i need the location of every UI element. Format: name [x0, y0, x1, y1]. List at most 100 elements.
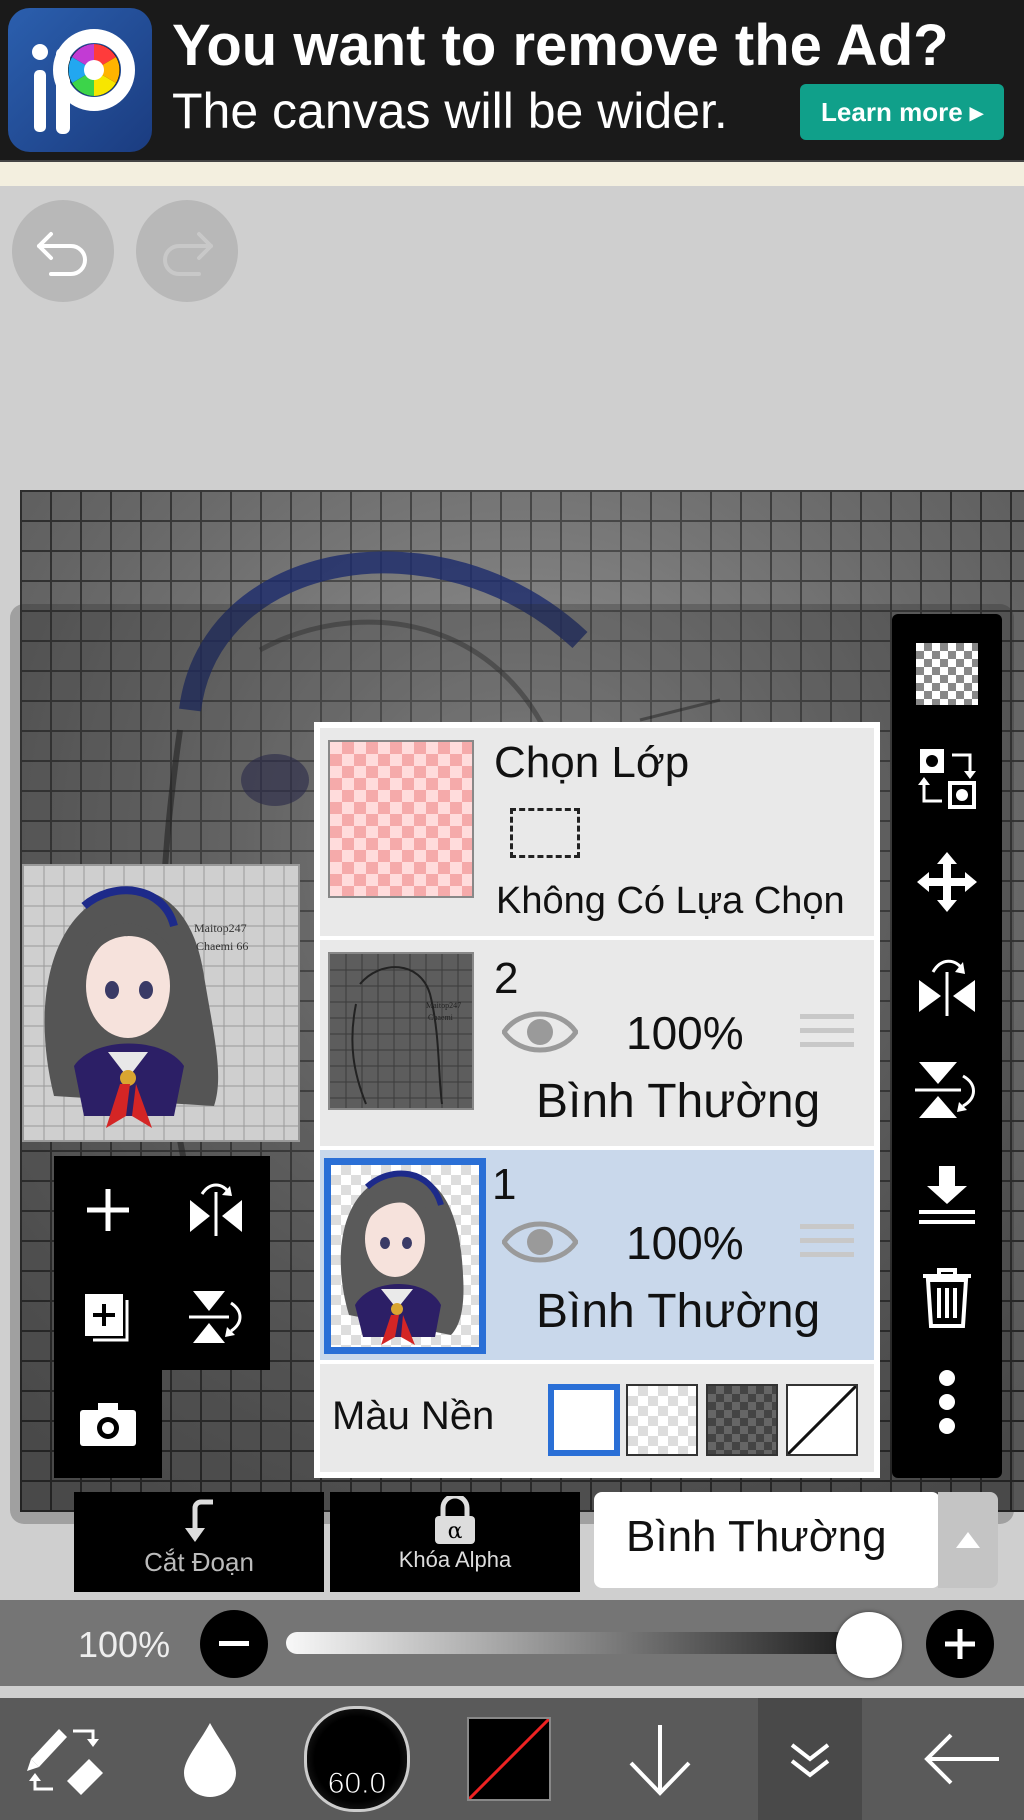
eye-icon	[500, 1011, 580, 1053]
visibility-toggle[interactable]	[500, 1216, 580, 1273]
blur-tool-button[interactable]	[160, 1698, 260, 1820]
ad-banner[interactable]: You want to remove the Ad? The canvas wi…	[0, 0, 1024, 160]
layer-name: 1	[492, 1160, 517, 1209]
opacity-increase-button[interactable]	[926, 1610, 994, 1678]
plus-icon	[945, 1629, 975, 1659]
plus-icon	[87, 1188, 129, 1231]
alpha-lock-button[interactable]: α Khóa Alpha	[330, 1492, 580, 1592]
transparent-layer-button[interactable]	[892, 622, 1002, 726]
layer-blend-mode: Bình Thường	[536, 1075, 821, 1128]
layer-name: 2	[494, 954, 519, 1003]
delete-layer-button[interactable]	[892, 1246, 1002, 1350]
opacity-label: 100%	[78, 1624, 171, 1665]
color-picker-button[interactable]	[464, 1698, 554, 1820]
lock-icon: α	[435, 1493, 475, 1544]
blend-mode-dropdown-button[interactable]	[938, 1492, 998, 1588]
layer-opacity: 100%	[626, 1007, 744, 1059]
selection-status: Không Có Lựa Chọn	[496, 880, 845, 922]
layer-tools-grid	[54, 1156, 270, 1370]
undo-icon	[37, 232, 87, 276]
layer-row-selected[interactable]: 1 100% Bình Thường	[320, 1150, 874, 1360]
duplicate-layer-button[interactable]	[54, 1263, 162, 1370]
triangle-up-icon	[956, 1532, 980, 1548]
flip-vertical-icon	[915, 1062, 975, 1118]
double-chevron-down-icon	[790, 1743, 830, 1778]
water-drop-icon	[184, 1723, 236, 1797]
flip-layer-horizontal-button[interactable]	[162, 1156, 270, 1263]
bg-swatch-transparent-light[interactable]	[626, 1384, 698, 1456]
selection-layer-row[interactable]: Chọn Lớp Không Có Lựa Chọn	[320, 728, 874, 936]
flip-horizontal-button[interactable]	[892, 934, 1002, 1038]
background-color-label: Màu Nền	[332, 1394, 495, 1438]
layer-thumbnail: Maitop247 Chaemi	[328, 952, 474, 1110]
camera-icon	[80, 1402, 136, 1446]
layer-down-button[interactable]	[610, 1698, 710, 1820]
duplicate-layer-icon	[85, 1293, 129, 1341]
ad-divider	[0, 160, 1024, 186]
swap-layer-icon	[918, 749, 976, 809]
layer-thumbnail	[324, 1158, 486, 1354]
arrow-down-icon	[629, 1725, 691, 1796]
opacity-slider-handle[interactable]	[836, 1612, 902, 1678]
svg-text:α: α	[448, 1519, 463, 1544]
arrow-left-icon	[924, 1733, 999, 1785]
preview-note-2: Chaemi 66	[196, 939, 248, 953]
no-background-icon	[786, 1384, 858, 1456]
bg-swatch-white[interactable]	[548, 1384, 620, 1456]
layer-blend-mode: Bình Thường	[536, 1285, 821, 1338]
ibis-paint-logo-icon	[8, 8, 152, 152]
minus-icon	[219, 1641, 249, 1646]
preview-note-1: Maitop247	[194, 921, 247, 935]
brush-size-button[interactable]: 60.0	[302, 1698, 412, 1820]
layers-list: Chọn Lớp Không Có Lựa Chọn Maitop247 Cha…	[314, 722, 880, 1478]
brush-size-indicator: 60.0	[304, 1706, 410, 1812]
move-layer-button[interactable]	[892, 830, 1002, 934]
merge-down-icon	[919, 1166, 975, 1224]
merge-down-button[interactable]	[892, 1142, 1002, 1246]
learn-more-button[interactable]: Learn more ▸	[800, 84, 1004, 140]
clipping-label: Cắt Đoạn	[144, 1547, 254, 1577]
preview-artwork: Maitop247 Chaemi 66	[24, 866, 298, 1140]
bg-swatch-none[interactable]	[786, 1384, 858, 1456]
add-layer-button[interactable]	[54, 1156, 162, 1263]
undo-button[interactable]	[12, 200, 114, 302]
flip-layer-vertical-button[interactable]	[162, 1263, 270, 1370]
selection-marquee-icon	[510, 808, 580, 858]
layer-row[interactable]: Maitop247 Chaemi 2 100% Bình Thường	[320, 940, 874, 1146]
ad-subline: The canvas will be wider.	[172, 83, 728, 139]
bg-swatch-transparent-dark[interactable]	[706, 1384, 778, 1456]
selection-layer-title: Chọn Lớp	[494, 738, 690, 787]
brush-size-value: 60.0	[327, 1767, 387, 1801]
opacity-slider[interactable]	[286, 1632, 886, 1654]
swap-layer-button[interactable]	[892, 726, 1002, 830]
current-color-swatch	[467, 1717, 551, 1801]
drag-handle-icon[interactable]	[800, 1224, 854, 1268]
flip-vertical-icon	[189, 1290, 242, 1343]
ad-headline: You want to remove the Ad?	[172, 13, 949, 78]
flip-horizontal-icon	[190, 1183, 242, 1236]
import-photo-button[interactable]	[54, 1370, 162, 1478]
layer2-note-2: Chaemi	[428, 1013, 454, 1022]
drag-handle-icon[interactable]	[800, 1014, 854, 1058]
brush-eraser-toggle[interactable]	[10, 1698, 120, 1820]
flip-vertical-button[interactable]	[892, 1038, 1002, 1142]
back-button[interactable]	[906, 1698, 1016, 1820]
trash-icon	[923, 1268, 971, 1328]
move-icon	[917, 852, 977, 912]
brush-eraser-icon	[27, 1729, 103, 1795]
redo-icon	[163, 232, 213, 276]
opacity-decrease-button[interactable]	[200, 1610, 268, 1678]
checkerboard-icon	[916, 643, 978, 705]
canvas-preview[interactable]: Maitop247 Chaemi 66	[22, 864, 300, 1142]
clipping-button[interactable]: Cắt Đoạn	[74, 1492, 324, 1592]
redo-button[interactable]	[136, 200, 238, 302]
visibility-toggle[interactable]	[500, 1006, 580, 1063]
layer-actions-strip	[892, 614, 1002, 1478]
layer-opacity: 100%	[626, 1217, 744, 1269]
layer2-note-1: Maitop247	[426, 1001, 461, 1010]
collapse-panel-button[interactable]	[758, 1698, 862, 1820]
more-options-button[interactable]	[892, 1350, 1002, 1454]
blend-mode-select[interactable]: Bình Thường	[594, 1492, 940, 1588]
more-vertical-icon	[939, 1370, 955, 1434]
selection-layer-thumbnail	[328, 740, 474, 898]
